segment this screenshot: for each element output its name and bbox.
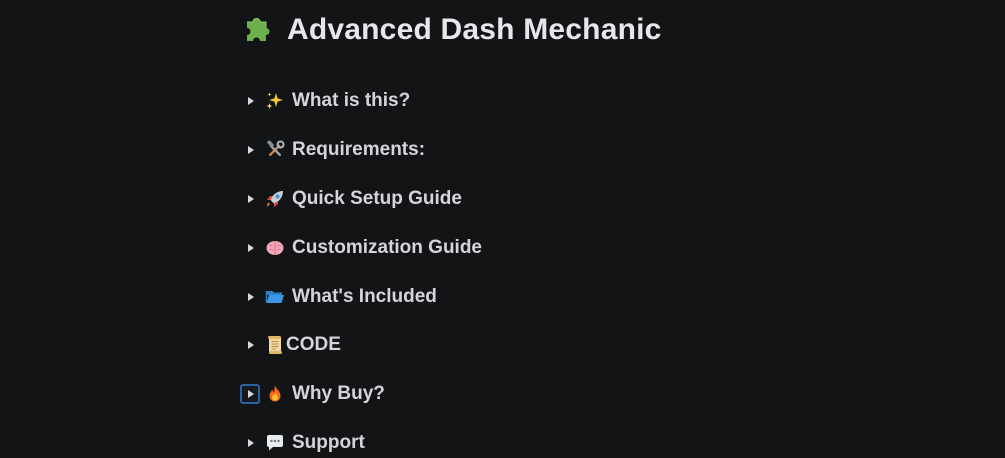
page-title: Advanced Dash Mechanic <box>287 13 662 46</box>
toggle-what-is-this[interactable]: What is this? <box>240 77 760 126</box>
toggle-requirements[interactable]: Requirements: <box>240 126 760 175</box>
toggle-label: CODE <box>286 334 341 356</box>
scroll-icon <box>264 334 286 356</box>
toggle-label: Customization Guide <box>292 236 482 258</box>
brain-icon <box>264 237 286 259</box>
triangle-right-icon <box>247 292 254 301</box>
page: Advanced Dash Mechanic What is this? Req… <box>0 0 1005 458</box>
triangle-right-icon <box>247 146 254 155</box>
toggle-expand-button[interactable] <box>240 335 260 355</box>
triangle-right-icon <box>247 97 254 106</box>
toggle-expand-button[interactable] <box>240 287 260 307</box>
toggle-quick-setup-guide[interactable]: Quick Setup Guide <box>240 175 760 224</box>
hammer-wrench-icon <box>264 139 286 161</box>
toggle-label: Why Buy? <box>292 383 385 405</box>
triangle-right-icon <box>247 194 254 203</box>
fire-icon <box>264 383 286 405</box>
toggle-why-buy[interactable]: Why Buy? <box>240 370 760 419</box>
toggle-support[interactable]: Support <box>240 419 760 458</box>
triangle-right-icon <box>247 243 254 252</box>
toggle-label: Quick Setup Guide <box>292 187 462 209</box>
triangle-right-icon <box>247 390 254 399</box>
toggle-label: Support <box>292 431 365 453</box>
toggle-expand-button[interactable] <box>240 433 260 453</box>
toggle-expand-button[interactable] <box>240 189 260 209</box>
rocket-icon <box>264 188 286 210</box>
toggle-expand-button[interactable] <box>240 384 260 405</box>
triangle-right-icon <box>247 341 254 350</box>
toggle-expand-button[interactable] <box>240 140 260 160</box>
toggle-expand-button[interactable] <box>240 91 260 111</box>
open-folder-icon <box>264 286 286 308</box>
toggle-label: What is this? <box>292 90 411 112</box>
toggle-label: What's Included <box>292 285 437 307</box>
toggle-label: Requirements: <box>292 139 426 161</box>
title-row: Advanced Dash Mechanic <box>241 8 662 52</box>
toggle-list: What is this? Requirements: Quick Setup … <box>240 77 760 458</box>
toggle-customization-guide[interactable]: Customization Guide <box>240 223 760 272</box>
puzzle-piece-icon <box>241 14 273 46</box>
speech-bubble-icon <box>264 432 286 454</box>
triangle-right-icon <box>247 438 254 447</box>
toggle-whats-included[interactable]: What's Included <box>240 272 760 321</box>
sparkles-icon <box>264 90 286 112</box>
toggle-expand-button[interactable] <box>240 238 260 258</box>
toggle-code[interactable]: CODE <box>240 321 760 370</box>
